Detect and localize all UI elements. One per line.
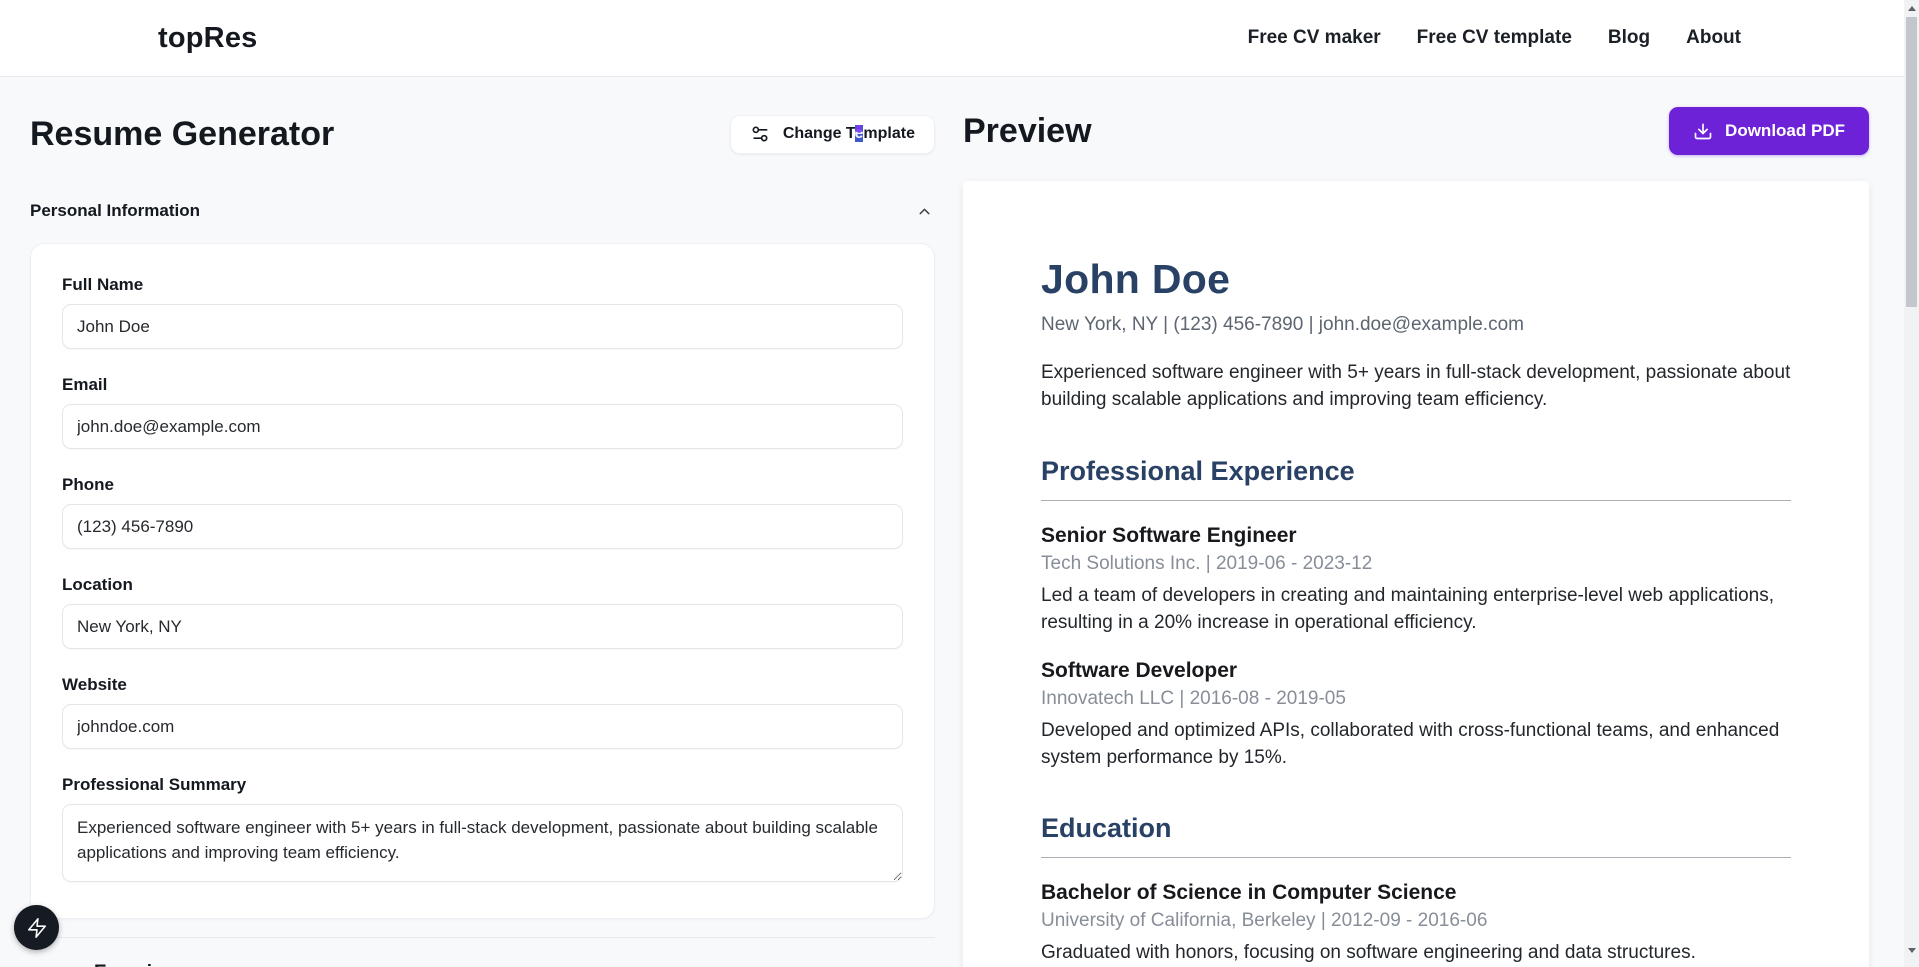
nav-blog[interactable]: Blog xyxy=(1608,27,1650,49)
main-nav: Free CV maker Free CV template Blog Abou… xyxy=(1248,27,1741,49)
email-label: Email xyxy=(62,375,903,395)
main-content: Resume Generator Change Template Persona… xyxy=(0,77,1919,967)
scrollbar-up-button[interactable] xyxy=(1904,0,1919,17)
scrollbar-down-button[interactable] xyxy=(1904,942,1919,959)
download-pdf-button[interactable]: Download PDF xyxy=(1669,107,1869,155)
resume-section-heading: Education xyxy=(1041,813,1791,858)
professional-summary-label: Professional Summary xyxy=(62,775,903,795)
resume-contact-line: New York, NY | (123) 456-7890 | john.doe… xyxy=(1041,314,1791,336)
triangle-up-icon xyxy=(1908,6,1916,11)
resume-section-education: Education Bachelor of Science in Compute… xyxy=(1041,813,1791,967)
preview-panel: Preview Download PDF John Doe New York, … xyxy=(963,77,1869,967)
nav-free-cv-maker[interactable]: Free CV maker xyxy=(1248,27,1381,49)
entry-meta: Tech Solutions Inc. | 2019-06 - 2023-12 xyxy=(1041,553,1791,575)
field-full-name: Full Name xyxy=(62,275,903,349)
phone-input[interactable] xyxy=(62,504,903,549)
resume-entry: Software Developer Innovatech LLC | 2016… xyxy=(1041,659,1791,771)
location-label: Location xyxy=(62,575,903,595)
entry-title: Senior Software Engineer xyxy=(1041,524,1791,548)
resume-entry: Senior Software Engineer Tech Solutions … xyxy=(1041,524,1791,636)
change-template-label: Change Template xyxy=(783,125,915,143)
field-email: Email xyxy=(62,375,903,449)
entry-meta: Innovatech LLC | 2016-08 - 2019-05 xyxy=(1041,688,1791,710)
location-input[interactable] xyxy=(62,604,903,649)
resume-name: John Doe xyxy=(1041,256,1791,303)
scrollbar-thumb[interactable] xyxy=(1906,17,1917,307)
section-title: Personal Information xyxy=(30,201,200,221)
entry-title: Bachelor of Science in Computer Science xyxy=(1041,881,1791,905)
website-label: Website xyxy=(62,675,903,695)
entry-title: Software Developer xyxy=(1041,659,1791,683)
nav-free-cv-template[interactable]: Free CV template xyxy=(1417,27,1572,49)
section-divider xyxy=(30,937,935,938)
personal-information-section-toggle[interactable]: Personal Information xyxy=(30,201,935,221)
page-title: Resume Generator xyxy=(30,115,334,154)
chevron-up-icon xyxy=(916,203,933,220)
preview-title: Preview xyxy=(963,112,1092,151)
preview-header-row: Preview Download PDF xyxy=(963,107,1869,155)
vertical-scrollbar[interactable] xyxy=(1904,0,1919,967)
resume-summary: Experienced software engineer with 5+ ye… xyxy=(1041,360,1791,414)
resume-preview-page: John Doe New York, NY | (123) 456-7890 |… xyxy=(963,181,1869,967)
lightning-fab-button[interactable] xyxy=(14,905,59,950)
field-website: Website xyxy=(62,675,903,749)
resume-entry: Bachelor of Science in Computer Science … xyxy=(1041,881,1791,967)
generator-header-row: Resume Generator Change Template xyxy=(30,110,935,158)
nav-about[interactable]: About xyxy=(1686,27,1741,49)
brand-logo[interactable]: topRes xyxy=(158,22,258,55)
sliders-icon xyxy=(750,124,770,144)
entry-description: Graduated with honors, focusing on softw… xyxy=(1041,940,1791,967)
lightning-icon xyxy=(26,917,48,939)
triangle-down-icon xyxy=(1908,948,1916,953)
personal-information-card: Full Name Email Phone Location Website P… xyxy=(30,243,935,919)
change-template-button[interactable]: Change Template xyxy=(730,115,935,154)
entry-description: Led a team of developers in creating and… xyxy=(1041,583,1791,636)
download-pdf-label: Download PDF xyxy=(1725,121,1845,141)
website-input[interactable] xyxy=(62,704,903,749)
full-name-input[interactable] xyxy=(62,304,903,349)
field-location: Location xyxy=(62,575,903,649)
professional-summary-textarea[interactable]: Experienced software engineer with 5+ ye… xyxy=(62,804,903,882)
phone-label: Phone xyxy=(62,475,903,495)
generator-panel: Resume Generator Change Template Persona… xyxy=(30,77,935,967)
download-icon xyxy=(1693,121,1713,141)
text-selection-highlight: e xyxy=(855,125,864,142)
resume-section-experience: Professional Experience Senior Software … xyxy=(1041,456,1791,771)
top-navigation-bar: topRes Free CV maker Free CV template Bl… xyxy=(0,0,1919,77)
full-name-label: Full Name xyxy=(62,275,903,295)
entry-description: Developed and optimized APIs, collaborat… xyxy=(1041,718,1791,771)
field-phone: Phone xyxy=(62,475,903,549)
resume-section-heading: Professional Experience xyxy=(1041,456,1791,501)
email-input[interactable] xyxy=(62,404,903,449)
entry-meta: University of California, Berkeley | 201… xyxy=(1041,910,1791,932)
field-professional-summary: Professional Summary Experienced softwar… xyxy=(62,775,903,887)
experience-section-toggle-partial[interactable]: Experience xyxy=(94,962,935,967)
